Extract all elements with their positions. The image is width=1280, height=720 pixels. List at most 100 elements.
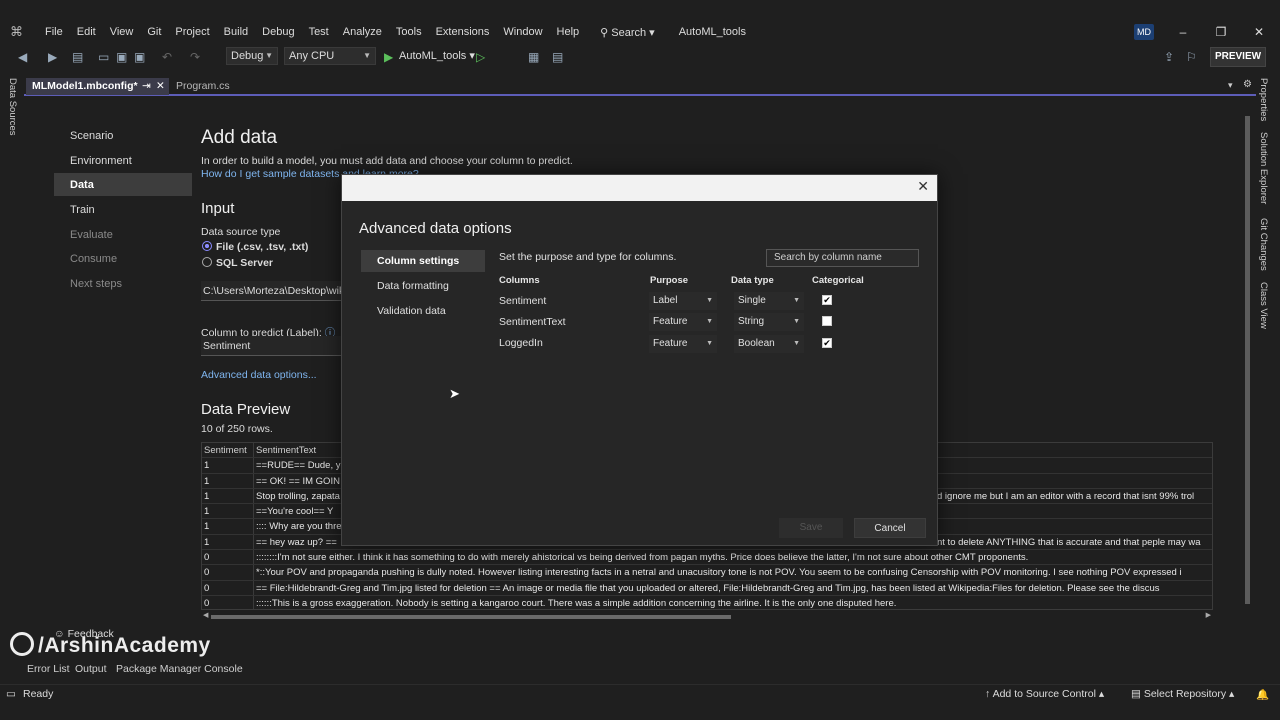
scroll-left-icon[interactable]: ◀ [203,611,208,619]
menu-extensions[interactable]: Extensions [429,20,497,44]
data-sources-tab[interactable]: Data Sources [7,78,18,136]
categorical-checkbox-sentimenttext[interactable] [822,316,832,326]
menu-project[interactable]: Project [168,20,216,44]
settings-gear-icon[interactable]: ⚙ [1243,79,1252,90]
solution-explorer-tab[interactable]: Solution Explorer [1258,132,1269,204]
select-repository-button[interactable]: ▤ Select Repository ▴ [1131,688,1234,700]
explorer-icon[interactable]: ▦ [528,50,539,64]
categorical-checkbox-sentiment[interactable]: ✔ [822,295,832,305]
tab-error-list[interactable]: Error List [27,663,70,675]
nav-evaluate[interactable]: Evaluate [70,229,113,241]
git-changes-tab[interactable]: Git Changes [1258,218,1269,271]
radio-sql[interactable]: SQL Server [202,257,273,269]
new-project-icon[interactable]: ▤ [72,50,83,64]
start-target-button[interactable]: AutoML_tools ▾ [399,49,475,62]
close-icon[interactable]: ✕ [917,178,929,195]
column-name-sentiment: Sentiment [499,295,547,307]
configuration-dropdown[interactable]: Debug ▼ [226,47,278,65]
share-icon[interactable]: ⇪ [1164,50,1174,64]
preview-badge[interactable]: PREVIEW [1210,47,1266,67]
table-row[interactable]: 0::::::This is a gross exaggeration. Nob… [202,595,1212,609]
pin-icon[interactable]: ⇥ [142,78,151,95]
predict-column-dropdown[interactable]: Sentiment [201,336,341,356]
table-row[interactable]: 0 *::Your POV and propaganda pushing is d… [202,565,1212,581]
tab-output[interactable]: Output [75,663,107,675]
properties-tab[interactable]: Properties [1258,78,1269,121]
back-icon[interactable]: ◀ [18,50,27,64]
menu-build[interactable]: Build [217,20,255,44]
status-icon: ▭ [6,688,16,700]
scroll-right-icon[interactable]: ▶ [1206,611,1211,619]
table-row[interactable]: 0::::::::I'm not sure either. I think it… [202,550,1212,566]
nav-data[interactable]: Data [70,179,94,191]
vertical-scrollbar[interactable] [1242,100,1252,655]
purpose-dropdown-sentiment[interactable]: Label ▼ [649,292,717,310]
tab-validation-data[interactable]: Validation data [361,300,485,322]
close-window-button[interactable]: ✕ [1240,20,1278,44]
menu-edit[interactable]: Edit [70,20,103,44]
menu-analyze[interactable]: Analyze [336,20,389,44]
nav-scenario[interactable]: Scenario [70,130,113,142]
menu-view[interactable]: View [103,20,141,44]
open-folder-icon[interactable]: ▭ [98,50,109,64]
undo-icon[interactable]: ↶ [162,50,172,64]
add-to-source-control-button[interactable]: ↑ Add to Source Control ▴ [985,688,1104,700]
menu-help[interactable]: Help [550,20,587,44]
tab-data-formatting[interactable]: Data formatting [361,275,485,297]
nav-next-steps[interactable]: Next steps [70,278,122,290]
search-box[interactable]: ⚲ Search ▾ [600,26,655,39]
save-icon[interactable]: ▣ [116,50,127,64]
type-dropdown-sentimenttext[interactable]: String ▼ [734,313,804,331]
type-dropdown-sentiment[interactable]: Single ▼ [734,292,804,310]
close-tab-icon[interactable]: ✕ [156,78,165,95]
menu-file[interactable]: File [38,20,70,44]
feedback-icon[interactable]: ⚐ [1186,50,1197,64]
grid-header-sentiment[interactable]: Sentiment [202,443,254,458]
categorical-checkbox-loggedin[interactable]: ✔ [822,338,832,348]
advanced-data-options-link[interactable]: Advanced data options... [201,369,317,381]
menu-git[interactable]: Git [140,20,168,44]
platform-dropdown[interactable]: Any CPU ▼ [284,47,376,65]
save-all-icon[interactable]: ▣ [134,50,145,64]
cell-text: == OK! == IM GOIN [256,475,340,487]
menu-debug[interactable]: Debug [255,20,301,44]
cell-text: :::: Why are you thre [256,521,342,533]
minimize-button[interactable]: – [1164,20,1202,44]
cancel-button[interactable]: Cancel [854,518,926,538]
layout-icon[interactable]: ▤ [552,50,563,64]
scroll-thumb[interactable] [1245,116,1250,604]
file-path-input[interactable]: C:\Users\Morteza\Desktop\wiki [201,281,347,301]
menu-test[interactable]: Test [302,20,336,44]
user-avatar[interactable]: MD [1134,24,1154,40]
restore-button[interactable]: ❐ [1202,20,1240,44]
run-without-debug-icon[interactable]: ▷ [476,50,485,64]
tab-program-cs[interactable]: Program.cs [170,78,260,95]
redo-icon[interactable]: ↷ [190,50,200,64]
notifications-icon[interactable]: 🔔 [1256,688,1269,701]
purpose-dropdown-loggedin[interactable]: Feature ▼ [649,335,717,353]
tab-package-manager-console[interactable]: Package Manager Console [116,663,243,675]
type-dropdown-loggedin[interactable]: Boolean ▼ [734,335,804,353]
chevron-down-icon: ▼ [793,340,800,347]
table-row[interactable]: 0 == File:Hildebrandt-Greg and Tim.jpg li… [202,580,1212,596]
menu-window[interactable]: Window [496,20,549,44]
column-search-input[interactable]: Search by column name [766,249,919,267]
forward-icon[interactable]: ▶ [48,50,57,64]
radio-file[interactable]: File (.csv, .tsv, .txt) [202,241,308,253]
nav-train[interactable]: Train [70,204,95,216]
nav-consume[interactable]: Consume [70,253,117,265]
column-name-sentimenttext: SentimentText [499,316,566,328]
class-view-tab[interactable]: Class View [1258,282,1269,329]
tab-mlmodel-mbconfig[interactable]: MLModel1.mbconfig* ⇥ ✕ [26,78,169,95]
run-icon[interactable]: ▶ [384,50,393,64]
search-icon: ⚲ [600,26,612,39]
tab-column-settings[interactable]: Column settings [361,250,485,272]
scroll-thumb[interactable] [211,615,731,619]
nav-environment[interactable]: Environment [70,155,132,167]
menu-bar: File Edit View Git Project Build Debug T… [38,20,586,44]
menu-tools[interactable]: Tools [389,20,429,44]
tab-overflow-icon[interactable]: ▾ [1228,80,1233,91]
horizontal-scrollbar[interactable]: ◀ ▶ [201,611,1213,623]
save-button[interactable]: Save [779,518,843,538]
purpose-dropdown-sentimenttext[interactable]: Feature ▼ [649,313,717,331]
